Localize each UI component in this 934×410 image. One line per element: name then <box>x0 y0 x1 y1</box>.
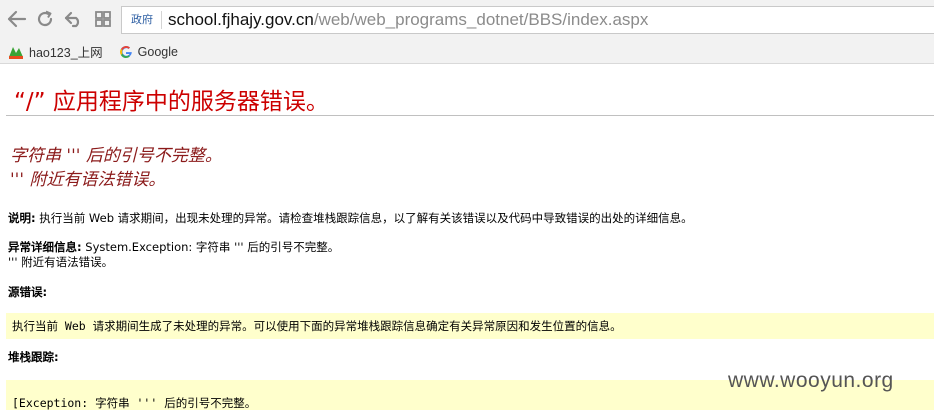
description-text: 执行当前 Web 请求期间，出现未处理的异常。请检查堆栈跟踪信息，以了解有关该错… <box>35 211 693 225</box>
exception-text: System.Exception: 字符串 ''' 后的引号不完整。 <box>81 240 340 254</box>
gov-site-badge: 政府 <box>128 11 162 29</box>
exception-text-2: ''' 附近有语法错误。 <box>8 255 114 269</box>
url-text[interactable]: school.fjhajy.gov.cn/web/web_programs_do… <box>168 10 648 30</box>
bookmark-label: Google <box>137 44 178 59</box>
home-grid-button[interactable] <box>92 8 114 30</box>
source-error-heading: 源错误: <box>8 285 47 300</box>
reload-button[interactable] <box>34 8 56 30</box>
undo-close-tab-button[interactable] <box>63 8 85 30</box>
url-host: school.fjhajy.gov.cn <box>168 10 314 29</box>
source-error-label: 源错误: <box>8 285 48 299</box>
source-error-text: 执行当前 Web 请求期间生成了未处理的异常。可以使用下面的异常堆栈跟踪信息确定… <box>12 319 622 333</box>
bookmark-google[interactable]: Google <box>119 45 178 59</box>
bookmark-label: hao123_上网 <box>29 46 103 60</box>
page-content: “/” 应用程序中的服务器错误。 字符串 ''' 后的引号不完整。 ''' 附近… <box>0 64 934 410</box>
stack-trace-heading: 堆栈跟踪: <box>8 350 59 365</box>
url-path: /web/web_programs_dotnet/BBS/index.aspx <box>313 10 649 29</box>
description-section: 说明: 执行当前 Web 请求期间，出现未处理的异常。请检查堆栈跟踪信息，以了解… <box>8 211 693 226</box>
description-label: 说明: <box>8 211 36 225</box>
watermark: www.wooyun.org <box>728 369 894 392</box>
back-arrow-icon <box>7 10 27 28</box>
exception-section: 异常详细信息: System.Exception: 字符串 ''' 后的引号不完… <box>8 240 339 270</box>
page-title: “/” 应用程序中的服务器错误。 <box>14 89 329 115</box>
browser-toolbar: 政府 school.fjhajy.gov.cn/web/web_programs… <box>0 0 934 40</box>
back-button[interactable] <box>6 8 28 30</box>
undo-icon <box>64 11 80 28</box>
divider <box>6 115 934 116</box>
bookmarks-bar: hao123_上网 Google <box>0 40 934 64</box>
error-message: 字符串 ''' 后的引号不完整。 ''' 附近有语法错误。 <box>10 144 222 192</box>
google-icon <box>119 45 133 59</box>
exception-label: 异常详细信息: <box>8 240 82 254</box>
grid-icon <box>95 11 111 27</box>
stack-trace-label: 堆栈跟踪: <box>8 350 59 364</box>
hao123-icon <box>8 45 24 59</box>
source-error-box: 执行当前 Web 请求期间生成了未处理的异常。可以使用下面的异常堆栈跟踪信息确定… <box>6 313 934 339</box>
address-bar[interactable]: 政府 school.fjhajy.gov.cn/web/web_programs… <box>121 6 934 34</box>
error-line-1: 字符串 ''' 后的引号不完整。 <box>10 146 222 166</box>
stack-trace-text: [Exception: 字符串 ''' 后的引号不完整。 <box>12 396 257 410</box>
bookmark-hao123[interactable]: hao123_上网 <box>8 42 103 61</box>
error-line-2: ''' 附近有语法错误。 <box>10 170 166 190</box>
reload-icon <box>37 10 53 27</box>
